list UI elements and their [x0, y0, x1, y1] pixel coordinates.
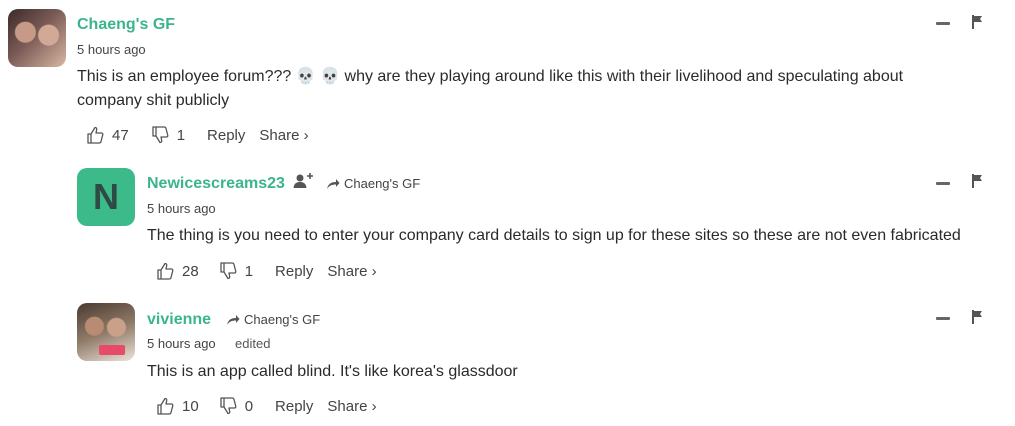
minus-icon[interactable] — [936, 317, 950, 320]
reply-arrow-icon — [227, 314, 240, 325]
username[interactable]: vivienne — [147, 311, 211, 329]
comment-text: This is an app called blind. It's like k… — [147, 363, 518, 380]
timestamp[interactable]: 5 hours ago — [147, 336, 216, 351]
avatar[interactable] — [77, 303, 135, 361]
thumbs-down-icon — [220, 397, 237, 415]
flag-icon[interactable] — [971, 310, 983, 324]
like-count: 10 — [182, 397, 199, 415]
comment-3: vivienne Chaeng's GF 5 hours ago edited … — [0, 0, 1015, 426]
like-button[interactable]: 10 — [156, 397, 219, 415]
share-button[interactable]: Share › — [327, 398, 376, 415]
dislike-count: 0 — [244, 397, 254, 415]
comment-actions: 10 0 Reply Share › — [156, 397, 377, 415]
reply-to-name: Chaeng's GF — [244, 312, 321, 327]
thumbs-up-icon — [157, 397, 174, 415]
reply-to-link[interactable]: Chaeng's GF — [226, 312, 320, 327]
reply-button[interactable]: Reply — [275, 398, 313, 415]
avatar-badge — [99, 345, 125, 355]
edited-label: edited — [235, 336, 271, 351]
dislike-button[interactable]: 0 — [219, 397, 275, 415]
